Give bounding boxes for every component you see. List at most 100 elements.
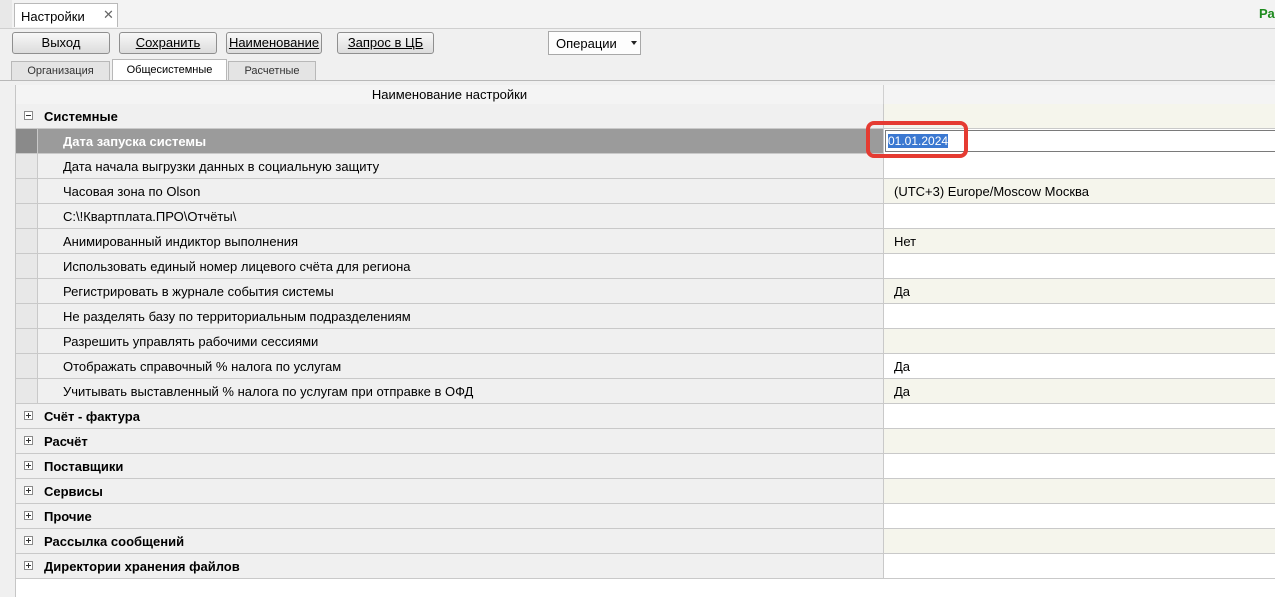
setting-value: Да [894, 359, 911, 374]
setting-name: Разрешить управлять рабочими сессиями [63, 334, 319, 349]
setting-name: Отображать справочный % налога по услуга… [63, 359, 342, 374]
group-label: Сервисы [44, 484, 103, 499]
setting-row[interactable]: Разрешить управлять рабочими сессиями [16, 329, 1275, 354]
group-row-invoice[interactable]: Счёт - фактура [16, 404, 1275, 429]
row-indent [16, 354, 38, 378]
operations-dropdown[interactable]: Операции [548, 31, 641, 55]
tab-divider [0, 80, 1275, 81]
plus-box-icon[interactable] [24, 486, 33, 495]
setting-value: Да [894, 284, 911, 299]
group-row-calculation[interactable]: Расчёт [16, 429, 1275, 454]
cb-request-button-label: Запрос в ЦБ [347, 35, 424, 50]
plus-box-icon[interactable] [24, 536, 33, 545]
setting-value-cell[interactable] [884, 254, 1275, 279]
name-button-label: Наименование [228, 35, 320, 50]
group-value-cell [884, 479, 1275, 504]
setting-row[interactable]: Отображать справочный % налога по услуга… [16, 354, 1275, 379]
row-indent [16, 279, 38, 303]
setting-value-cell[interactable]: Нет [884, 229, 1275, 254]
row-indent [16, 129, 38, 153]
plus-box-icon[interactable] [24, 436, 33, 445]
row-indent [16, 154, 38, 178]
setting-name: Анимированный индиктор выполнения [63, 234, 299, 249]
group-label: Прочие [44, 509, 92, 524]
setting-row[interactable]: Использовать единый номер лицевого счёта… [16, 254, 1275, 279]
plus-box-icon[interactable] [24, 461, 33, 470]
grid-header: Наименование настройки [16, 85, 1275, 105]
group-value-cell [884, 504, 1275, 529]
group-row-messaging[interactable]: Рассылка сообщений [16, 529, 1275, 554]
setting-value-cell[interactable] [884, 329, 1275, 354]
group-label: Расчёт [44, 434, 88, 449]
group-value-cell [884, 529, 1275, 554]
setting-name: Дата запуска системы [63, 134, 207, 149]
corner-status-text: Ра [1259, 6, 1275, 21]
caret-down-icon [631, 41, 637, 45]
row-indent [16, 254, 38, 278]
group-label: Системные [44, 109, 118, 124]
row-indent [16, 329, 38, 353]
plus-box-icon[interactable] [24, 511, 33, 520]
group-value-cell [884, 104, 1275, 129]
column-header-name[interactable]: Наименование настройки [16, 85, 884, 104]
tab-general-system[interactable]: Общесистемные [112, 59, 227, 81]
setting-name: Регистрировать в журнале события системы [63, 284, 334, 299]
setting-row[interactable]: Дата начала выгрузки данных в социальную… [16, 154, 1275, 179]
settings-tabs: Организация Общесистемные Расчетные [0, 59, 1275, 81]
left-edge-strip [0, 0, 12, 28]
setting-name: C:\!Квартплата.ПРО\Отчёты\ [63, 209, 237, 224]
row-indent [16, 179, 38, 203]
row-indent [16, 229, 38, 253]
setting-name: Использовать единый номер лицевого счёта… [63, 259, 411, 274]
toolbar: Выход Сохранить Наименование Запрос в ЦБ… [0, 29, 1275, 59]
group-row-system[interactable]: Системные [16, 104, 1275, 129]
close-icon[interactable]: ✕ [103, 7, 114, 23]
group-label: Счёт - фактура [44, 409, 140, 424]
setting-value: Да [894, 384, 911, 399]
settings-grid: Наименование настройки Системные Дата за… [15, 85, 1275, 597]
setting-value-cell[interactable]: (UTC+3) Europe/Moscow Москва [884, 179, 1275, 204]
tab-calculation[interactable]: Расчетные [228, 61, 316, 81]
launch-date-input[interactable] [885, 130, 1275, 152]
setting-row[interactable]: Анимированный индиктор выполнения Нет [16, 229, 1275, 254]
name-button[interactable]: Наименование [226, 32, 322, 54]
setting-row-launch-date[interactable]: Дата запуска системы [16, 129, 1275, 154]
setting-value-cell[interactable]: Да [884, 279, 1275, 304]
group-label: Рассылка сообщений [44, 534, 185, 549]
setting-name: Дата начала выгрузки данных в социальную… [63, 159, 380, 174]
setting-row[interactable]: Регистрировать в журнале события системы… [16, 279, 1275, 304]
group-row-other[interactable]: Прочие [16, 504, 1275, 529]
save-button-label: Сохранить [135, 35, 201, 50]
cb-request-button[interactable]: Запрос в ЦБ [337, 32, 434, 54]
setting-row[interactable]: C:\!Квартплата.ПРО\Отчёты\ [16, 204, 1275, 229]
plus-box-icon[interactable] [24, 411, 33, 420]
group-row-services[interactable]: Сервисы [16, 479, 1275, 504]
group-label: Директории хранения файлов [44, 559, 240, 574]
setting-value: Нет [894, 234, 917, 249]
setting-value-cell[interactable] [884, 154, 1275, 179]
group-row-suppliers[interactable]: Поставщики [16, 454, 1275, 479]
setting-row[interactable]: Не разделять базу по территориальным под… [16, 304, 1275, 329]
setting-name: Учитывать выставленный % налога по услуг… [63, 384, 474, 399]
group-value-cell [884, 429, 1275, 454]
setting-value-cell[interactable]: Да [884, 354, 1275, 379]
setting-value-cell[interactable]: Да [884, 379, 1275, 404]
exit-button[interactable]: Выход [12, 32, 110, 54]
setting-value-cell[interactable] [884, 304, 1275, 329]
row-indent [16, 379, 38, 403]
document-tab-settings[interactable]: Настройки ✕ [14, 3, 118, 27]
save-button[interactable]: Сохранить [119, 32, 217, 54]
minus-box-icon[interactable] [24, 111, 33, 120]
tab-organization[interactable]: Организация [11, 61, 110, 81]
plus-box-icon[interactable] [24, 561, 33, 570]
setting-row[interactable]: Учитывать выставленный % налога по услуг… [16, 379, 1275, 404]
row-indent [16, 304, 38, 328]
group-row-file-directories[interactable]: Директории хранения файлов [16, 554, 1275, 579]
setting-value-cell[interactable] [884, 204, 1275, 229]
setting-name: Не разделять базу по территориальным под… [63, 309, 411, 324]
group-value-cell [884, 454, 1275, 479]
setting-row[interactable]: Часовая зона по Olson (UTC+3) Europe/Mos… [16, 179, 1275, 204]
title-bar: Настройки ✕ Ра [0, 0, 1275, 29]
setting-name: Часовая зона по Olson [63, 184, 201, 199]
operations-label: Операции [556, 36, 617, 51]
